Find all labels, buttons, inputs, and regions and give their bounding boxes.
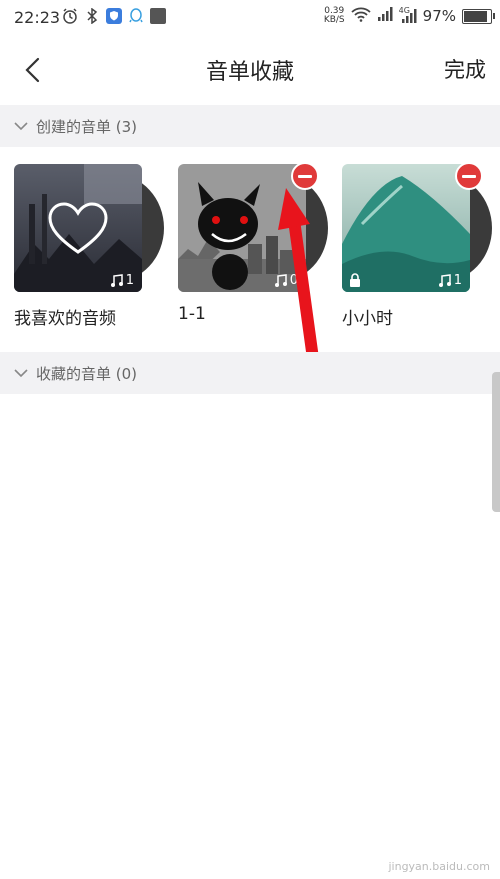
done-button[interactable]: 完成 — [444, 54, 486, 84]
bluetooth-icon — [84, 8, 100, 24]
section-label: 收藏的音单 (0) — [36, 364, 138, 383]
music-note-icon — [110, 273, 123, 287]
battery-percent: 97% — [422, 7, 456, 25]
network-speed: 0.39 KB/S — [324, 7, 345, 25]
music-note-icon — [438, 273, 451, 287]
playlist-title: 小小时 — [342, 309, 393, 329]
network-speed-unit: KB/S — [323, 15, 345, 25]
nav-bar: 音单收藏 完成 — [0, 38, 500, 102]
status-left-icons — [62, 8, 166, 24]
chevron-down-icon — [14, 365, 30, 381]
page-title: 音单收藏 — [205, 60, 294, 85]
annotation-arrow — [278, 188, 320, 370]
square-app-icon — [150, 8, 166, 24]
track-count: 1 — [438, 273, 462, 288]
playlist-card[interactable]: 1 小小时 — [342, 162, 492, 329]
battery-icon — [462, 8, 495, 24]
alarm-icon — [62, 8, 78, 24]
playlist-cover: 1 — [14, 164, 164, 292]
section-label: 创建的音单 (3) — [36, 117, 138, 136]
status-right-icons: 0.39 KB/S 4G 97% — [324, 6, 495, 26]
watermark: jingyan.baidu.com — [388, 860, 490, 873]
chevron-down-icon — [14, 118, 30, 134]
playlist-title: 我喜欢的音频 — [14, 309, 116, 329]
playlist-card[interactable]: 1 我喜欢的音频 — [14, 164, 164, 329]
wifi-icon — [351, 6, 371, 26]
status-bar: 22:23 0.39 KB/S 4G 97% — [0, 0, 500, 36]
track-count-value: 1 — [125, 273, 134, 288]
lock-icon — [350, 273, 360, 287]
qq-icon — [128, 8, 144, 24]
signal-icon — [377, 6, 393, 26]
heart-icon — [48, 202, 108, 254]
track-count: 1 — [110, 273, 134, 288]
playlist-cover: 1 — [342, 162, 492, 292]
section-collected-playlists[interactable]: 收藏的音单 (0) — [0, 352, 500, 394]
minus-icon — [462, 174, 476, 178]
minus-icon — [298, 174, 312, 178]
battery-fill — [464, 10, 487, 22]
track-count-value: 1 — [453, 273, 462, 288]
signal-4g-icon: 4G — [399, 6, 417, 24]
scrollbar[interactable] — [492, 372, 500, 512]
status-time: 22:23 — [14, 8, 61, 27]
shield-app-icon — [106, 8, 122, 24]
section-created-playlists[interactable]: 创建的音单 (3) — [0, 105, 500, 147]
remove-playlist-button[interactable] — [455, 162, 483, 190]
